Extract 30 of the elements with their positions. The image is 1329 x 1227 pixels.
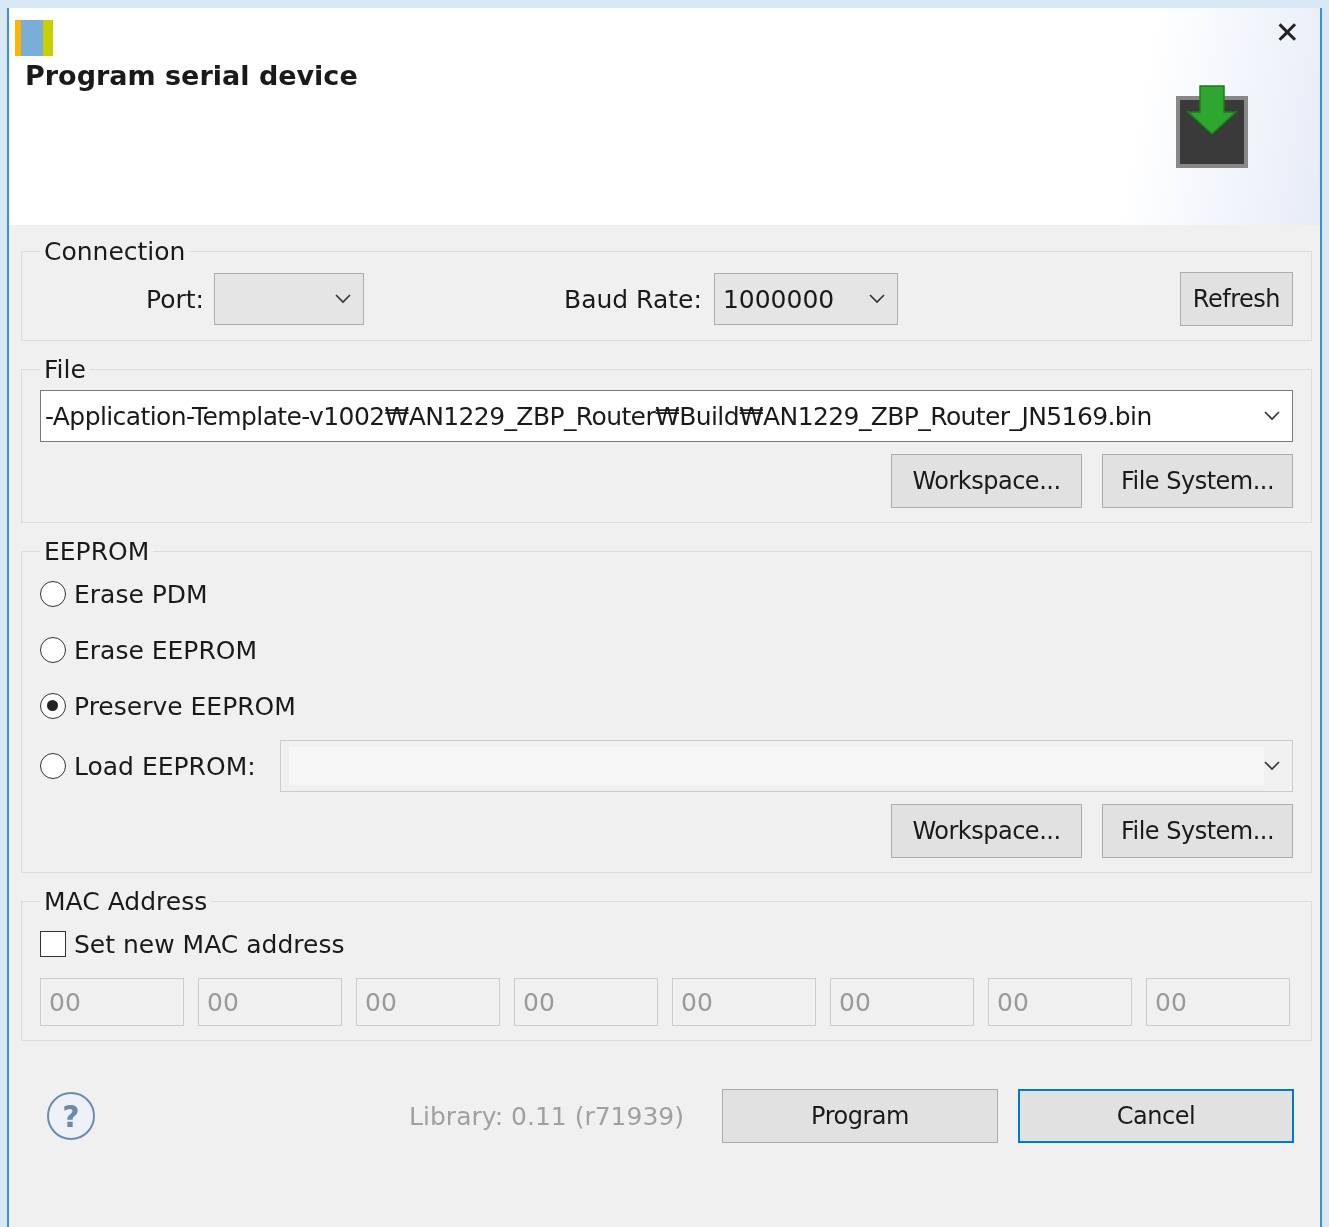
group-label: EEPROM: [43, 537, 151, 566]
chevron-down-icon: [1264, 411, 1280, 421]
radio-button[interactable]: [40, 581, 66, 607]
radio-button[interactable]: [40, 637, 66, 663]
radio-label[interactable]: Erase EEPROM: [74, 635, 258, 665]
baud-rate-label: Baud Rate:: [564, 284, 702, 314]
app-logo-icon: [15, 20, 53, 56]
button[interactable]: File System...: [1102, 804, 1293, 858]
radio-label[interactable]: Erase PDM: [74, 579, 208, 609]
radio-button[interactable]: [40, 693, 66, 719]
dialog-title: Program serial device: [25, 60, 358, 91]
group-label: Connection: [43, 237, 187, 266]
close-button[interactable]: ✕: [1274, 18, 1300, 48]
button[interactable]: Program: [722, 1089, 998, 1143]
library-version: Library: 0.11 (r71939): [409, 1101, 684, 1131]
file-path-combo[interactable]: -Application-Template-v1002₩AN1229_ZBP_Router₩Build₩AN1229_ZBP_Router_JN5169.bin: [40, 390, 1293, 442]
radio-label[interactable]: Preserve EEPROM: [74, 691, 296, 721]
button[interactable]: Cancel: [1018, 1089, 1294, 1143]
chevron-down-icon: [335, 294, 351, 304]
button[interactable]: Workspace...: [891, 454, 1082, 508]
port-label: Port:: [146, 284, 204, 314]
chevron-down-icon: [868, 294, 885, 304]
group-label: File: [43, 355, 87, 384]
button[interactable]: Refresh: [1179, 272, 1293, 326]
chip-download-icon: [1174, 82, 1250, 170]
chevron-down-icon: [1264, 761, 1280, 771]
button[interactable]: File System...: [1102, 454, 1293, 508]
baud-rate-dropdown[interactable]: 1000000: [713, 273, 898, 325]
group-label: MAC Address: [43, 887, 209, 916]
button[interactable]: Workspace...: [891, 804, 1082, 858]
